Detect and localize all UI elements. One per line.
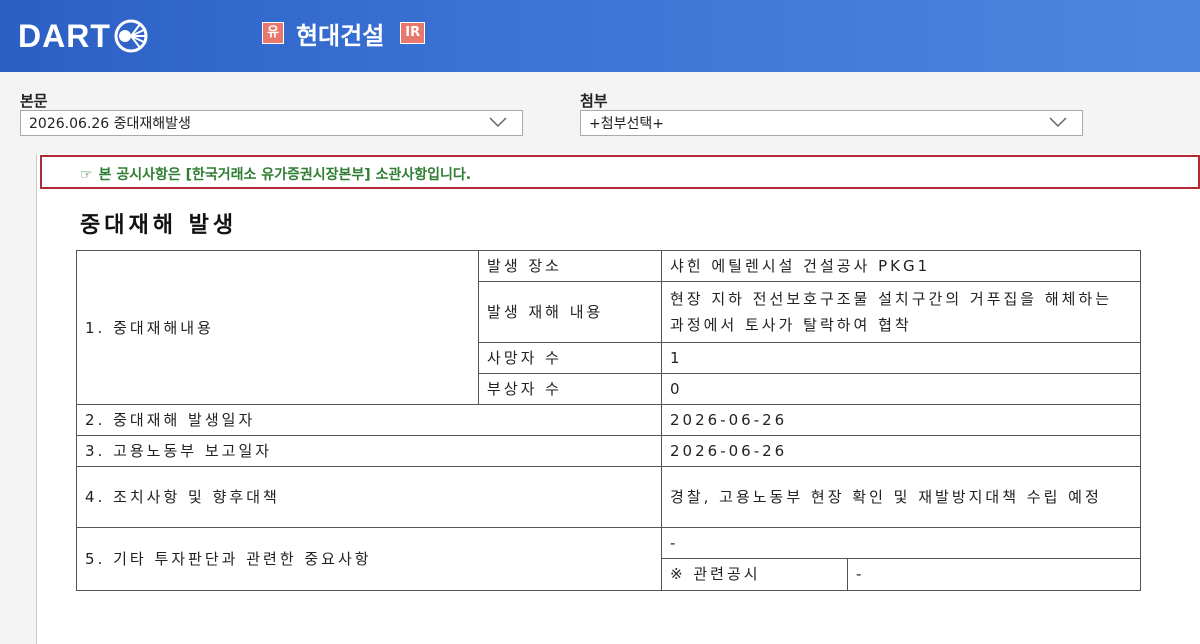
- row-value: 0: [661, 373, 1141, 405]
- row-label: 4. 조치사항 및 향후대책: [75, 466, 663, 528]
- body-label: 본문: [20, 92, 48, 110]
- row-label: 발생 재해 내용: [478, 281, 663, 343]
- table-row: 4. 조치사항 및 향후대책 경찰, 고용노동부 현장 확인 및 재발방지대책 …: [75, 466, 1141, 528]
- jurisdiction-notice: ☞ 본 공시사항은 [한국거래소 유가증권시장본부] 소관사항입니다.: [40, 155, 1200, 189]
- related-disclosure-label: ※ 관련공시: [662, 559, 849, 590]
- row-value: 2026-06-26: [661, 435, 1141, 467]
- market-badge: 유: [262, 22, 284, 44]
- table-row: 5. 기타 투자판단과 관련한 중요사항 -: [75, 527, 1141, 591]
- row-value: 샤힌 에틸렌시설 건설공사 PKG1: [661, 250, 1141, 282]
- table-row: 2. 중대재해 발생일자 2026-06-26: [75, 404, 1141, 436]
- chevron-down-icon: [1049, 117, 1067, 128]
- row-label: 사망자 수: [478, 342, 663, 374]
- notice-text: 본 공시사항은 [한국거래소 유가증권시장본부] 소관사항입니다.: [98, 167, 472, 183]
- row-label: 발생 장소: [478, 250, 663, 282]
- document-title: 중대재해 발생: [80, 213, 238, 238]
- related-disclosure-cell: ※ 관련공시 -: [661, 558, 1141, 591]
- row-label: 5. 기타 투자판단과 관련한 중요사항: [75, 527, 663, 591]
- attach-label: 첨부: [580, 92, 608, 110]
- company-header: 유 현대건설 IR: [262, 16, 426, 51]
- attach-select-value: +첨부선택+: [589, 116, 664, 132]
- dart-logo[interactable]: DART: [18, 16, 148, 56]
- ir-badge[interactable]: IR: [400, 22, 426, 44]
- row-value: -: [661, 527, 1141, 559]
- company-name[interactable]: 현대건설: [296, 16, 384, 51]
- row-value: 2026-06-26: [661, 404, 1141, 436]
- attach-select[interactable]: +첨부선택+: [580, 110, 1083, 136]
- body-select-value: 2026.06.26 중대재해발생: [29, 116, 191, 132]
- disclosure-table: 1. 중대재해내용 발생 장소 샤힌 에틸렌시설 건설공사 PKG1 발생 재해…: [75, 250, 1141, 591]
- row-label: 부상자 수: [478, 373, 663, 405]
- logo-sun-icon: [114, 19, 148, 53]
- top-bar: DART 유 현대건설 IR: [0, 0, 1200, 72]
- row-label: 2. 중대재해 발생일자: [75, 404, 663, 436]
- table-row: 3. 고용노동부 보고일자 2026-06-26: [75, 435, 1141, 467]
- row-value: 현장 지하 전선보호구조물 설치구간의 거푸집을 해체하는 과정에서 토사가 탈…: [661, 281, 1141, 343]
- table-row: 1. 중대재해내용 발생 장소 샤힌 에틸렌시설 건설공사 PKG1: [75, 250, 1141, 405]
- section1-label: 1. 중대재해내용: [75, 250, 480, 405]
- row-value: 1: [661, 342, 1141, 374]
- pointing-hand-icon: ☞: [80, 167, 93, 183]
- chevron-down-icon: [489, 117, 507, 128]
- body-select[interactable]: 2026.06.26 중대재해발생: [20, 110, 523, 136]
- row-value: 경찰, 고용노동부 현장 확인 및 재발방지대책 수립 예정: [661, 466, 1141, 528]
- row-label: 3. 고용노동부 보고일자: [75, 435, 663, 467]
- logo-text: DART: [18, 17, 111, 54]
- related-disclosure-value: -: [856, 565, 865, 583]
